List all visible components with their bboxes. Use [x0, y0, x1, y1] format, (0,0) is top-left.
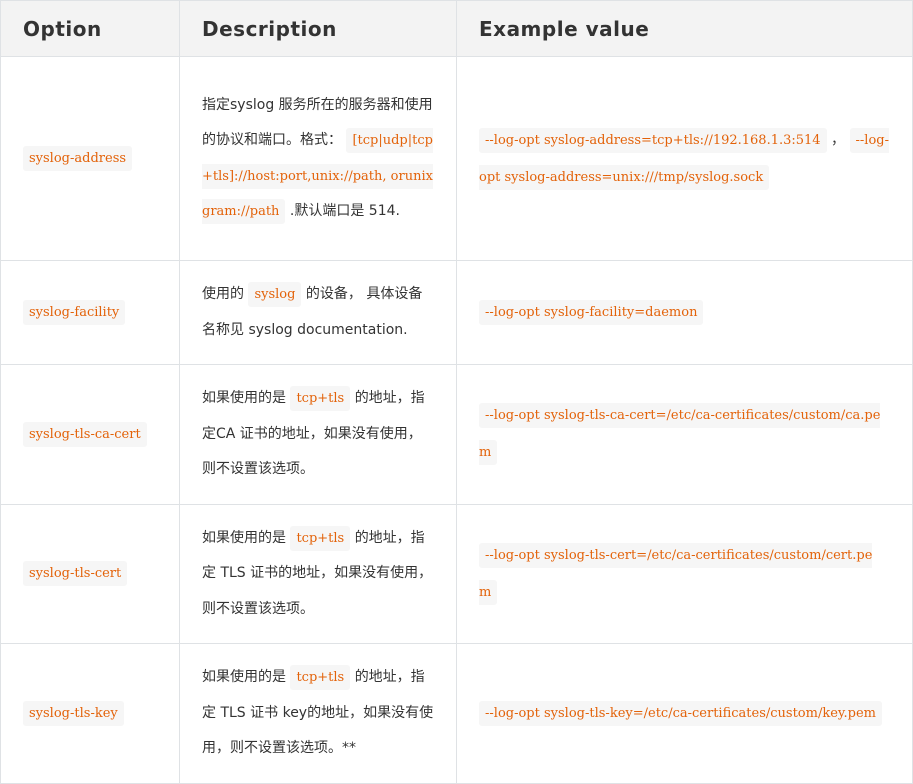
example-code: --log-opt syslog-tls-ca-cert=/etc/ca-cer…	[479, 403, 881, 466]
inline-code: syslog	[248, 282, 302, 307]
example-cell: --log-opt syslog-tls-ca-cert=/etc/ca-cer…	[456, 364, 913, 505]
option-cell: syslog-tls-cert	[0, 503, 180, 644]
example-cell: --log-opt syslog-tls-cert=/etc/ca-certif…	[456, 503, 913, 644]
inline-code: tcp+tls	[290, 525, 351, 551]
inline-code: tcp+tls	[290, 386, 351, 411]
example-code: --log-opt syslog-facility=daemon	[479, 300, 704, 325]
description-cell: 如果使用的是 tcp+tls 的地址，指定CA 证书的地址，如果没有使用，则不设…	[179, 364, 457, 505]
description-cell: 如果使用的是 tcp+tls 的地址，指定 TLS 证书的地址，如果没有使用，则…	[179, 503, 457, 644]
option-cell: syslog-tls-key	[0, 643, 180, 784]
option-code: syslog-address	[23, 146, 133, 171]
example-cell: --log-opt syslog-address=tcp+tls://192.1…	[456, 56, 913, 261]
header-option: Option	[0, 0, 180, 57]
description-cell: 使用的 syslog 的设备， 具体设备名称见 syslog documenta…	[179, 260, 457, 365]
header-example-value: Example value	[456, 0, 913, 57]
option-cell: syslog-tls-ca-cert	[0, 364, 180, 505]
example-cell: --log-opt syslog-facility=daemon	[456, 260, 913, 365]
example-code: --log-opt syslog-address=tcp+tls://192.1…	[479, 127, 827, 153]
example-cell: --log-opt syslog-tls-key=/etc/ca-certifi…	[456, 643, 913, 784]
example-code: --log-opt syslog-tls-cert=/etc/ca-certif…	[479, 542, 873, 605]
option-code: syslog-tls-cert	[23, 561, 128, 587]
table-row: syslog-facility 使用的 syslog 的设备， 具体设备名称见 …	[0, 260, 913, 365]
option-cell: syslog-facility	[0, 260, 180, 365]
option-cell: syslog-address	[0, 56, 180, 261]
option-code: syslog-facility	[23, 300, 126, 325]
table-row: syslog-tls-ca-cert 如果使用的是 tcp+tls 的地址，指定…	[0, 364, 913, 505]
option-code: syslog-tls-key	[23, 700, 124, 726]
description-cell: 如果使用的是 tcp+tls 的地址，指定 TLS 证书 key的地址，如果没有…	[179, 643, 457, 784]
inline-code: tcp+tls	[290, 665, 351, 690]
example-code: --log-opt syslog-tls-key=/etc/ca-certifi…	[479, 700, 882, 726]
table-header-row: Option Description Example value	[0, 0, 913, 57]
table-row: syslog-address 指定syslog 服务所在的服务器和使用的协议和端…	[0, 56, 913, 261]
option-code: syslog-tls-ca-cert	[23, 421, 147, 447]
options-table: Option Description Example value syslog-…	[0, 0, 913, 784]
table-row: syslog-tls-key 如果使用的是 tcp+tls 的地址，指定 TLS…	[0, 643, 913, 784]
table-row: syslog-tls-cert 如果使用的是 tcp+tls 的地址，指定 TL…	[0, 503, 913, 644]
description-cell: 指定syslog 服务所在的服务器和使用的协议和端口。格式： [tcp|udp|…	[179, 56, 457, 261]
header-description: Description	[179, 0, 457, 57]
